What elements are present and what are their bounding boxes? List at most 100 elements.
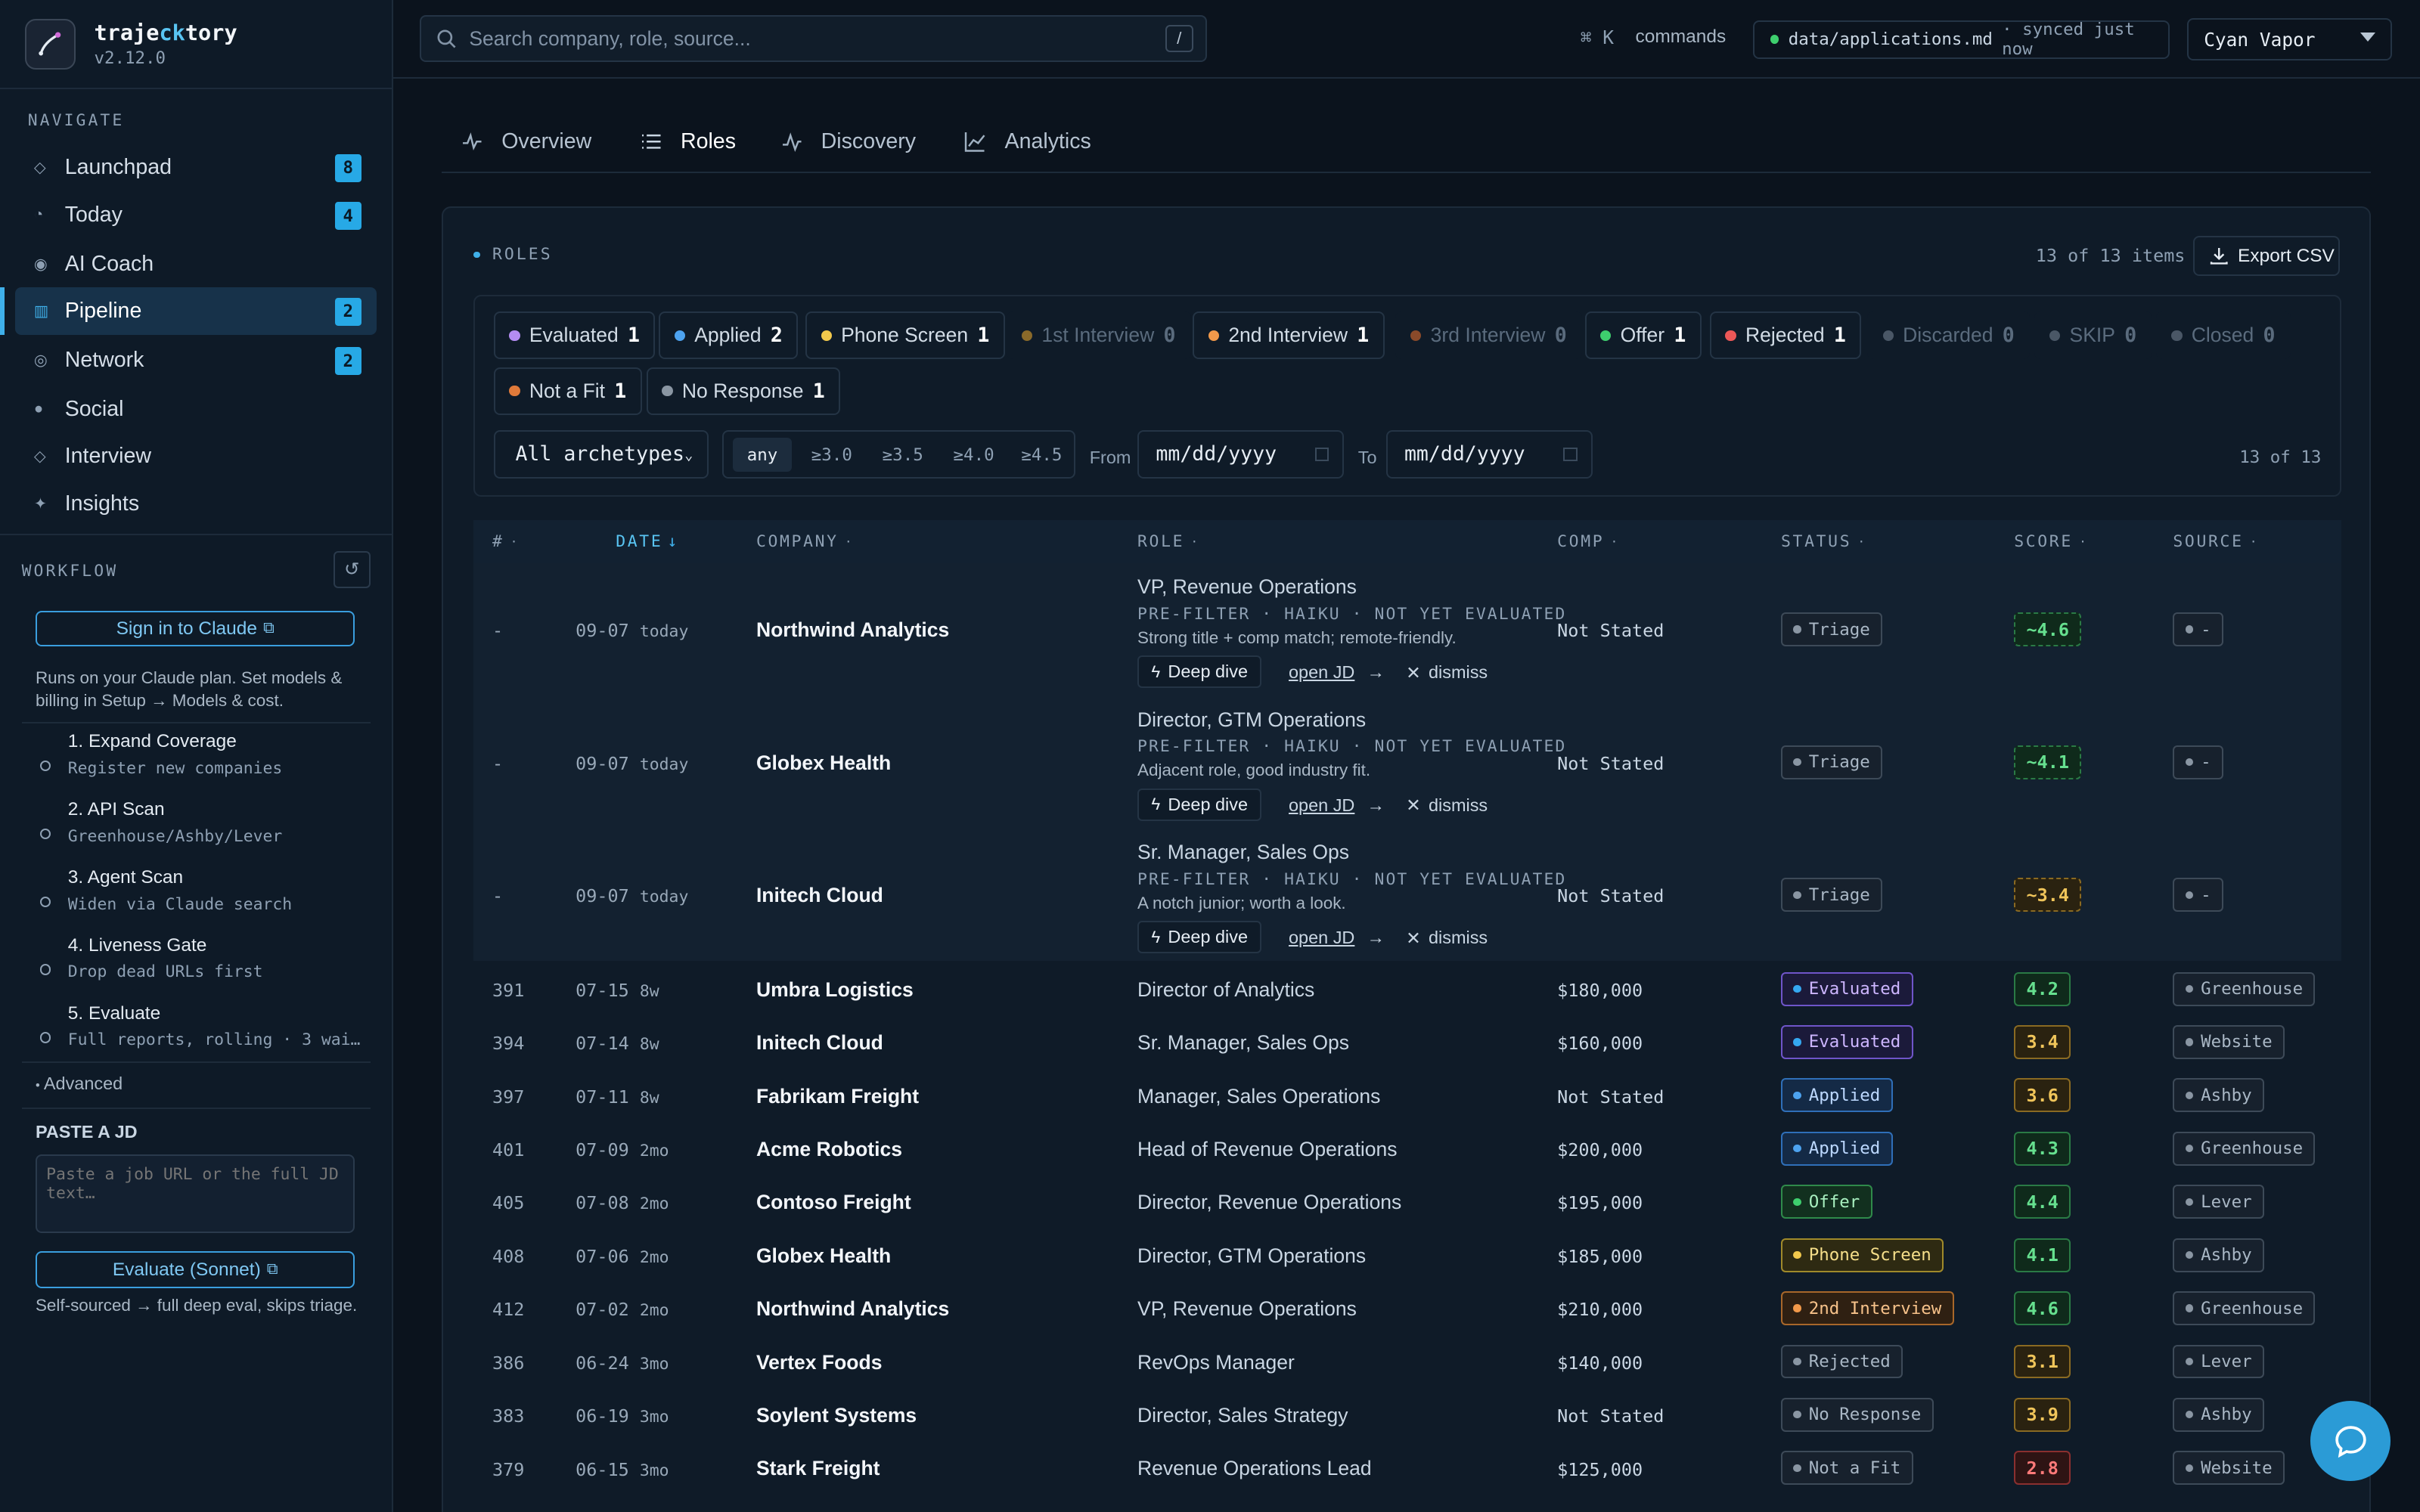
paste-jd-input[interactable] bbox=[35, 1154, 355, 1233]
role-title[interactable]: Manager, Sales Operations bbox=[1137, 1085, 1380, 1108]
evaluate-sonnet-button[interactable]: Evaluate (Sonnet) ⧉ bbox=[35, 1251, 355, 1289]
open-jd-link[interactable]: open JD → bbox=[1289, 790, 1385, 821]
deep-dive-button[interactable]: ϟ Deep dive bbox=[1137, 788, 1262, 821]
column-header[interactable]: # · bbox=[492, 520, 520, 563]
sidebar-item-ai-coach[interactable]: ◉ AI Coach bbox=[15, 240, 377, 288]
status-filter-chip[interactable]: Not a Fit 1 bbox=[493, 367, 642, 415]
sidebar-item-interview[interactable]: ◇ Interview bbox=[15, 432, 377, 479]
dismiss-button[interactable]: ✕ dismiss bbox=[1406, 922, 1488, 953]
step-subtitle: Greenhouse/Ashby/Lever bbox=[67, 826, 283, 846]
score-filter-option[interactable]: ≥3.0 bbox=[801, 438, 863, 472]
app-logo-icon bbox=[24, 18, 76, 70]
tab-overview[interactable]: Overview bbox=[461, 111, 591, 173]
column-header-label: DATE bbox=[616, 531, 663, 551]
command-palette-button[interactable]: ⌘ K commands bbox=[1581, 26, 1726, 48]
sidebar-item-today[interactable]: ◔ Today 4 bbox=[15, 191, 377, 239]
sidebar-item-launchpad[interactable]: ◇ Launchpad 8 bbox=[15, 144, 377, 191]
role-title[interactable]: Revenue Operations Lead bbox=[1137, 1457, 1372, 1480]
role-title[interactable]: Head of Revenue Operations bbox=[1137, 1138, 1397, 1161]
open-jd-link[interactable]: open JD → bbox=[1289, 657, 1385, 688]
role-title[interactable]: VP, Revenue Operations bbox=[1137, 1297, 1357, 1321]
sidebar-item-insights[interactable]: ✦ Insights bbox=[15, 480, 377, 528]
company-name[interactable]: Fabrikam Freight bbox=[756, 1085, 919, 1108]
workflow-step[interactable]: 5. Evaluate Full reports, rolling · 3 wa… bbox=[22, 1003, 371, 1071]
dismiss-button[interactable]: ✕ dismiss bbox=[1406, 657, 1488, 688]
company-name[interactable]: Vertex Foods bbox=[756, 1351, 883, 1374]
role-title[interactable]: Director of Analytics bbox=[1137, 978, 1314, 1002]
company-name[interactable]: Acme Robotics bbox=[756, 1138, 902, 1161]
refresh-workflow-button[interactable]: ↺ bbox=[333, 550, 371, 588]
role-title[interactable]: Sr. Manager, Sales Ops bbox=[1137, 841, 1349, 864]
paste-note: Self-sourced → full deep eval, skips tri… bbox=[35, 1296, 358, 1315]
status-filter-chip[interactable]: 3rd Interview 0 bbox=[1395, 311, 1583, 360]
dismiss-button[interactable]: ✕ dismiss bbox=[1406, 790, 1488, 821]
workflow-step[interactable]: 3. Agent Scan Widen via Claude search bbox=[22, 867, 371, 935]
column-header[interactable]: DATE ↓ bbox=[616, 520, 679, 563]
deep-dive-button[interactable]: ϟ Deep dive bbox=[1137, 921, 1262, 954]
archetype-select[interactable]: All archetypes ⌄ bbox=[493, 430, 709, 479]
role-title[interactable]: Director, GTM Operations bbox=[1137, 708, 1366, 732]
status-filter-chip[interactable]: Evaluated 1 bbox=[493, 311, 656, 360]
company-name[interactable]: Umbra Logistics bbox=[756, 978, 914, 1002]
from-date-input[interactable]: mm/dd/yyyy bbox=[1137, 430, 1345, 479]
deep-dive-button[interactable]: ϟ Deep dive bbox=[1137, 655, 1262, 689]
role-title[interactable]: Director, Sales Strategy bbox=[1137, 1404, 1348, 1427]
search-input[interactable]: Search company, role, source... bbox=[469, 27, 750, 51]
role-title[interactable]: RevOps Manager bbox=[1137, 1351, 1295, 1374]
company-name[interactable]: Soylent Systems bbox=[756, 1404, 917, 1427]
search-bar[interactable]: Search company, role, source... / bbox=[420, 15, 1207, 62]
status-filter-chip[interactable]: Closed 0 bbox=[2155, 311, 2291, 360]
status-filter-chip[interactable]: SKIP 0 bbox=[2034, 311, 2152, 360]
sidebar-item-network[interactable]: ◎ Network 2 bbox=[15, 336, 377, 384]
open-jd-link[interactable]: open JD → bbox=[1289, 922, 1385, 953]
chat-button[interactable] bbox=[2310, 1401, 2391, 1482]
export-csv-button[interactable]: Export CSV bbox=[2192, 236, 2340, 277]
status-filter-chip[interactable]: No Response 1 bbox=[646, 367, 841, 415]
role-title[interactable]: Director, GTM Operations bbox=[1137, 1244, 1366, 1268]
column-header[interactable]: SOURCE · bbox=[2173, 520, 2259, 563]
step-title: 3. Agent Scan bbox=[67, 866, 184, 888]
source-badge: Website bbox=[2173, 1025, 2285, 1059]
workflow-step[interactable]: 1. Expand Coverage Register new companie… bbox=[22, 731, 371, 799]
role-title[interactable]: Sr. Manager, Sales Ops bbox=[1137, 1031, 1349, 1055]
status-filter-chip[interactable]: Offer 1 bbox=[1584, 311, 1702, 360]
score-filter-option[interactable]: any bbox=[733, 438, 792, 472]
status-filter-chip[interactable]: 2nd Interview 1 bbox=[1193, 311, 1385, 360]
theme-select[interactable]: Cyan Vapor bbox=[2186, 18, 2393, 60]
company-name[interactable]: Globex Health bbox=[756, 751, 891, 775]
sort-desc-icon: ↓ bbox=[667, 531, 680, 551]
column-header[interactable]: SCORE · bbox=[2014, 520, 2088, 563]
company-name[interactable]: Globex Health bbox=[756, 1244, 891, 1268]
company-name[interactable]: Northwind Analytics bbox=[756, 1297, 949, 1321]
column-header[interactable]: ROLE · bbox=[1137, 520, 1200, 563]
status-filter-chip[interactable]: Applied 2 bbox=[659, 311, 799, 360]
status-filter-chip[interactable]: Discarded 0 bbox=[1867, 311, 2031, 360]
tab-roles[interactable]: Roles bbox=[641, 111, 736, 173]
company-name[interactable]: Contoso Freight bbox=[756, 1191, 911, 1214]
workflow-step[interactable]: 4. Liveness Gate Drop dead URLs first bbox=[22, 935, 371, 1003]
chip-label: Not a Fit bbox=[529, 379, 606, 402]
company-name[interactable]: Stark Freight bbox=[756, 1457, 880, 1480]
role-title[interactable]: VP, Revenue Operations bbox=[1137, 575, 1357, 599]
score-filter-option[interactable]: ≥4.0 bbox=[943, 438, 1005, 472]
status-filter-chip[interactable]: Phone Screen 1 bbox=[805, 311, 1005, 360]
sidebar-item-social[interactable]: ● Social bbox=[15, 386, 377, 433]
company-name[interactable]: Initech Cloud bbox=[756, 884, 883, 907]
column-header[interactable]: STATUS · bbox=[1781, 520, 1867, 563]
to-date-input[interactable]: mm/dd/yyyy bbox=[1385, 430, 1593, 479]
status-filter-chip[interactable]: Rejected 1 bbox=[1710, 311, 1862, 360]
sign-in-claude-button[interactable]: Sign in to Claude ⧉ bbox=[35, 611, 355, 647]
tab-analytics[interactable]: Analytics bbox=[964, 111, 1091, 173]
score-filter-option[interactable]: ≥4.5 bbox=[1014, 438, 1069, 472]
workflow-step[interactable]: 2. API Scan Greenhouse/Ashby/Lever bbox=[22, 799, 371, 867]
sidebar-item-pipeline[interactable]: ▥ Pipeline 2 bbox=[0, 287, 377, 335]
advanced-toggle[interactable]: • Advanced bbox=[36, 1074, 123, 1094]
tab-discovery[interactable]: Discovery bbox=[781, 111, 916, 173]
status-filter-chip[interactable]: 1st Interview 0 bbox=[1006, 311, 1191, 360]
score-filter-option[interactable]: ≥3.5 bbox=[872, 438, 934, 472]
company-name[interactable]: Initech Cloud bbox=[756, 1031, 883, 1055]
column-header[interactable]: COMP · bbox=[1557, 520, 1620, 563]
column-header[interactable]: COMPANY · bbox=[756, 520, 854, 563]
role-title[interactable]: Director, Revenue Operations bbox=[1137, 1191, 1401, 1214]
company-name[interactable]: Northwind Analytics bbox=[756, 618, 949, 642]
